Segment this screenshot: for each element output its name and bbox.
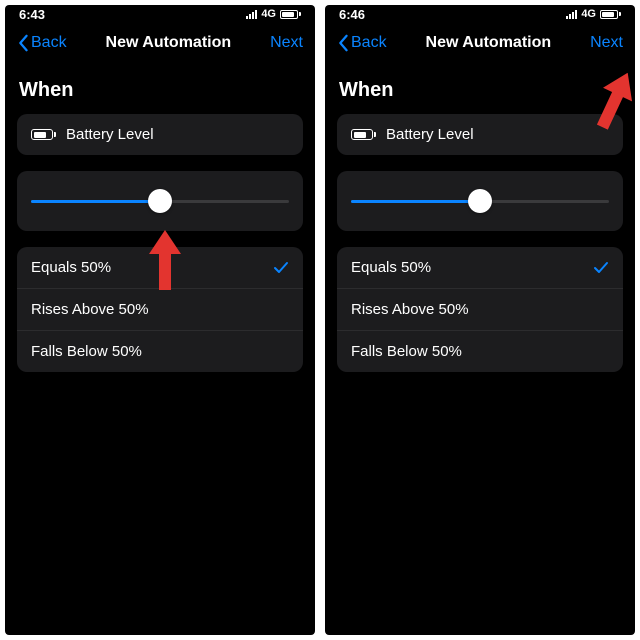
section-heading: When <box>339 79 621 102</box>
next-button[interactable]: Next <box>270 34 303 52</box>
network-label: 4G <box>261 8 276 20</box>
signal-icon <box>566 9 577 19</box>
battery-slider[interactable] <box>31 189 289 213</box>
option-label: Falls Below 50% <box>31 343 142 360</box>
battery-status-icon <box>280 10 301 19</box>
options-list: Equals 50% Rises Above 50% Falls Below 5… <box>17 247 303 372</box>
screenshot-right: 6:46 4G Back New Automation Next When Ba… <box>325 5 635 635</box>
slider-thumb[interactable] <box>148 189 172 213</box>
option-label: Equals 50% <box>351 259 431 276</box>
content-area: When Battery Level Equals 50% Rises Abov… <box>5 65 315 380</box>
trigger-label: Battery Level <box>386 126 474 143</box>
checkmark-icon <box>273 260 289 276</box>
chevron-left-icon <box>337 34 349 52</box>
options-list: Equals 50% Rises Above 50% Falls Below 5… <box>337 247 623 372</box>
option-rises-above[interactable]: Rises Above 50% <box>337 288 623 330</box>
option-falls-below[interactable]: Falls Below 50% <box>337 330 623 372</box>
option-label: Rises Above 50% <box>31 301 149 318</box>
trigger-row[interactable]: Battery Level <box>337 114 623 155</box>
status-bar: 6:46 4G <box>325 5 635 21</box>
battery-icon <box>351 129 376 140</box>
option-label: Falls Below 50% <box>351 343 462 360</box>
status-bar: 6:43 4G <box>5 5 315 21</box>
option-label: Equals 50% <box>31 259 111 276</box>
option-equals[interactable]: Equals 50% <box>17 247 303 288</box>
network-label: 4G <box>581 8 596 20</box>
trigger-row[interactable]: Battery Level <box>17 114 303 155</box>
status-time: 6:46 <box>339 7 365 22</box>
battery-status-icon <box>600 10 621 19</box>
back-label: Back <box>351 34 387 52</box>
nav-bar: Back New Automation Next <box>5 21 315 65</box>
screenshot-left: 6:43 4G Back New Automation Next When Ba… <box>5 5 315 635</box>
chevron-left-icon <box>17 34 29 52</box>
option-equals[interactable]: Equals 50% <box>337 247 623 288</box>
back-button[interactable]: Back <box>337 34 387 52</box>
battery-slider[interactable] <box>351 189 609 213</box>
slider-fill <box>351 200 480 203</box>
slider-fill <box>31 200 160 203</box>
back-label: Back <box>31 34 67 52</box>
signal-icon <box>246 9 257 19</box>
trigger-label: Battery Level <box>66 126 154 143</box>
content-area: When Battery Level Equals 50% Rises Abov… <box>325 65 635 380</box>
status-time: 6:43 <box>19 7 45 22</box>
next-button[interactable]: Next <box>590 34 623 52</box>
option-rises-above[interactable]: Rises Above 50% <box>17 288 303 330</box>
slider-thumb[interactable] <box>468 189 492 213</box>
slider-card <box>337 171 623 231</box>
back-button[interactable]: Back <box>17 34 67 52</box>
status-right: 4G <box>246 8 301 20</box>
page-title: New Automation <box>106 34 232 52</box>
status-right: 4G <box>566 8 621 20</box>
nav-bar: Back New Automation Next <box>325 21 635 65</box>
slider-card <box>17 171 303 231</box>
option-label: Rises Above 50% <box>351 301 469 318</box>
checkmark-icon <box>593 260 609 276</box>
battery-icon <box>31 129 56 140</box>
page-title: New Automation <box>426 34 552 52</box>
option-falls-below[interactable]: Falls Below 50% <box>17 330 303 372</box>
section-heading: When <box>19 79 301 102</box>
